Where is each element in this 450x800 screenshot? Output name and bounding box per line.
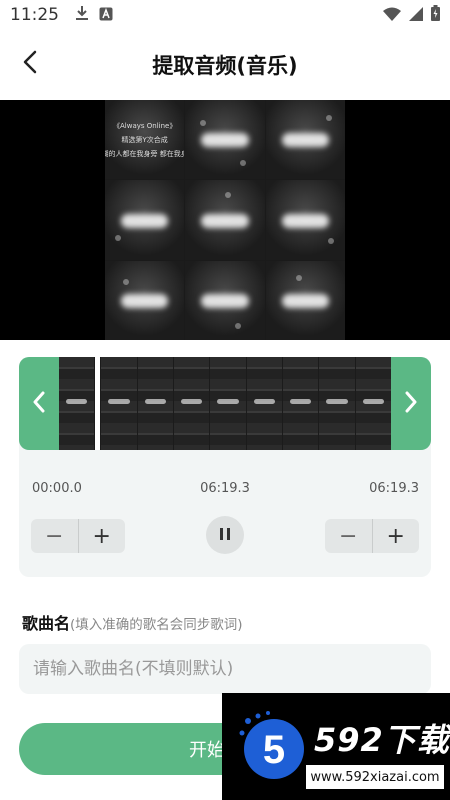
- video-frame: 《Always Online》 精选第Y次合成 模糊的人都在我身旁 都在我身旁: [105, 100, 185, 180]
- trim-start-handle[interactable]: [19, 357, 59, 450]
- video-frame: [185, 180, 265, 260]
- thumbnail: [282, 357, 319, 450]
- status-bar: 11:25: [0, 0, 450, 30]
- thumbnail: [59, 357, 95, 450]
- thumbnail: [137, 357, 173, 450]
- thumbnail: [246, 357, 282, 450]
- end-decrease-button[interactable]: −: [325, 519, 372, 553]
- video-frame-grid: 《Always Online》 精选第Y次合成 模糊的人都在我身旁 都在我身旁: [105, 100, 345, 340]
- end-time: 06:19.3: [369, 481, 419, 496]
- video-frame: [265, 260, 345, 340]
- chevron-left-icon: [32, 391, 46, 417]
- watermark-brand: 592下载: [314, 721, 450, 759]
- watermark: 5 592下载 www.592xiazai.com: [222, 693, 450, 800]
- thumbnail: [210, 357, 246, 450]
- cellular-icon: [409, 6, 423, 25]
- song-name-label: 歌曲名: [22, 614, 71, 633]
- video-frame: [185, 260, 265, 340]
- trim-gap: [95, 357, 101, 450]
- video-frame: [265, 100, 345, 180]
- thumbnail: [173, 357, 210, 450]
- start-decrease-button[interactable]: −: [31, 519, 78, 553]
- overlay-line: 精选第Y次合成: [121, 135, 168, 144]
- video-frame: [265, 180, 345, 260]
- svg-text:5: 5: [263, 728, 285, 772]
- video-frame: [105, 260, 185, 340]
- song-name-input[interactable]: [19, 644, 431, 694]
- song-name-label-row: 歌曲名(填入准确的歌名会同步歌词): [22, 610, 243, 634]
- time-row: 00:00.0 06:19.3 06:19.3: [19, 481, 431, 501]
- video-preview[interactable]: 《Always Online》 精选第Y次合成 模糊的人都在我身旁 都在我身旁: [0, 100, 450, 340]
- end-increase-button[interactable]: +: [371, 519, 420, 553]
- thumbnail: [101, 357, 137, 450]
- overlay-line: 《Always Online》: [112, 121, 177, 130]
- video-frame: [185, 100, 265, 180]
- download-icon: [75, 5, 89, 25]
- end-time-stepper: − +: [325, 519, 419, 553]
- start-increase-button[interactable]: +: [77, 519, 126, 553]
- watermark-url: www.592xiazai.com: [306, 765, 444, 789]
- thumbnail: [355, 357, 391, 450]
- nav-bar: 提取音频(音乐): [0, 30, 450, 100]
- status-notification-icons: [75, 5, 113, 25]
- trim-panel: 00:00.0 06:19.3 06:19.3 − + − +: [19, 357, 431, 577]
- chevron-right-icon: [404, 391, 418, 417]
- trim-end-handle[interactable]: [391, 357, 431, 450]
- timeline: [19, 357, 431, 450]
- status-time: 11:25: [10, 5, 59, 25]
- page-title: 提取音频(音乐): [152, 54, 298, 78]
- wifi-icon: [383, 6, 401, 25]
- thumbnail: [319, 357, 355, 450]
- pause-button[interactable]: [206, 516, 244, 554]
- thumbnail-strip[interactable]: [59, 357, 391, 450]
- battery-icon: [431, 5, 440, 25]
- status-system-icons: [383, 5, 440, 25]
- song-name-hint: (填入准确的歌名会同步歌词): [70, 617, 243, 633]
- app-notification-icon: [99, 6, 113, 25]
- overlay-line: 模糊的人都在我身旁 都在我身旁: [105, 149, 185, 158]
- video-frame: [105, 180, 185, 260]
- watermark-logo: 5: [234, 707, 314, 787]
- start-time-stepper: − +: [31, 519, 125, 553]
- pause-icon: [219, 526, 231, 545]
